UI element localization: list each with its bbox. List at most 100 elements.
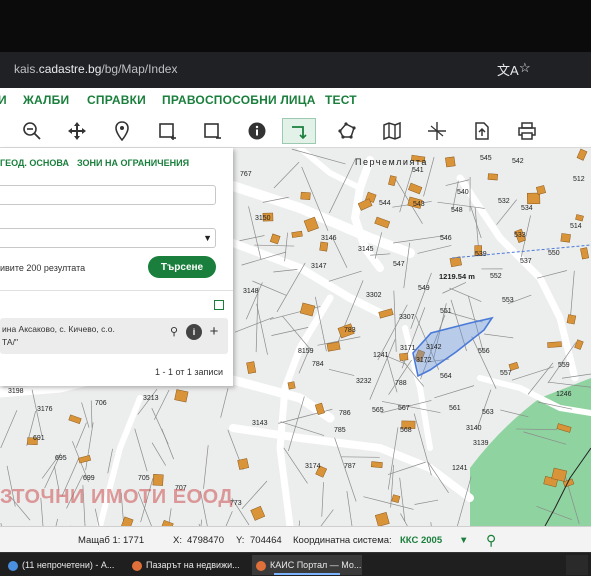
building	[237, 458, 250, 470]
select-rectangle-icon[interactable]	[153, 118, 181, 144]
parcel-number-label: 3172	[416, 357, 432, 364]
divider	[0, 290, 233, 291]
map-toolbar	[0, 114, 591, 148]
building	[399, 352, 409, 361]
menu-item-test[interactable]: ТЕСТ	[325, 93, 357, 107]
coord-system-label: Координатна система:	[293, 535, 392, 546]
building	[388, 175, 397, 187]
add-icon[interactable]: +	[206, 324, 222, 340]
parcel-number-label: 785	[334, 427, 346, 434]
parcel-number-label: 1246	[556, 391, 572, 398]
parcel-number-label: 691	[33, 435, 45, 442]
scale-value[interactable]: 1771	[123, 535, 144, 546]
chevron-down-icon[interactable]: ▼	[203, 233, 212, 243]
location-pin-icon[interactable]	[108, 118, 136, 144]
building	[370, 461, 383, 469]
search-button[interactable]: Търсене	[148, 256, 216, 278]
url-text[interactable]: kais.cadastre.bg/bg/Map/Index	[14, 62, 177, 76]
taskbar-item-kais[interactable]: КАИС Портал — Мо...	[252, 555, 362, 575]
building	[580, 247, 590, 260]
result-text: ина Аксаково, с. Кичево, с.о. ТА/"	[2, 324, 115, 347]
parcel-number-label: 695	[55, 455, 67, 462]
parcel-number-label: 550	[548, 250, 560, 257]
parcel-number-label: 544	[379, 200, 391, 207]
building	[174, 389, 189, 403]
info-icon[interactable]	[243, 118, 271, 144]
search-input[interactable]	[0, 185, 216, 205]
menu-item-licensed-persons[interactable]: ПРАВОСПОСОБНИ ЛИЦА	[162, 93, 316, 107]
building	[319, 241, 329, 252]
building	[535, 185, 547, 195]
chevron-down-icon[interactable]: ▼	[459, 535, 468, 546]
parcel-number-label: 547	[393, 261, 405, 268]
building	[374, 216, 391, 229]
search-icon[interactable]: ⚲	[166, 324, 182, 340]
translate-icon[interactable]: 文A	[497, 60, 519, 79]
parcel-number-label: 8159	[298, 348, 314, 355]
building	[547, 341, 562, 348]
parcel-number-label: 786	[339, 410, 351, 417]
place-name-label: Перчемлията	[355, 157, 428, 167]
distance-label: 1219.54 m	[439, 272, 475, 281]
parcel-number-label: 3176	[37, 406, 53, 413]
building	[246, 361, 257, 374]
parcel-number-label: 534	[521, 205, 533, 212]
search-icon[interactable]: ⚲	[486, 532, 496, 549]
show-desktop-button[interactable]	[566, 555, 588, 575]
menu-item-complaints[interactable]: ЖАЛБИ	[23, 93, 69, 107]
watermark-text: ЗТОЧНИ ИМОТИ ЕООД	[0, 486, 234, 508]
measure-icon[interactable]	[282, 118, 316, 144]
parcel-number-label: 788	[395, 380, 407, 387]
expand-icon[interactable]	[214, 300, 224, 310]
parcel-number-label: 532	[498, 198, 510, 205]
parcel-number-label: 541	[412, 167, 424, 174]
result-item[interactable]: ина Аксаково, с. Кичево, с.о. ТА/" ⚲ i +	[0, 318, 228, 354]
browser-icon	[256, 560, 266, 571]
parcel-number-label: 533	[514, 232, 526, 239]
tab-geo-basis[interactable]: ГЕОД. ОСНОВА	[0, 158, 69, 168]
parcel-number-label: 567	[398, 405, 410, 412]
parcel-number-label: 512	[573, 176, 585, 183]
info-icon[interactable]: i	[186, 324, 202, 340]
coord-system-select[interactable]: ККС 2005	[400, 535, 442, 546]
print-icon[interactable]	[513, 118, 541, 144]
search-panel: ГЕОД. ОСНОВА ЗОНИ НА ОГРАНИЧЕНИЯ ▼ ивите…	[0, 148, 233, 386]
menu-item-references[interactable]: СПРАВКИ	[87, 93, 146, 107]
parcel-number-label: 3213	[143, 395, 159, 402]
parcel-number-label: 542	[512, 158, 524, 165]
building	[487, 173, 498, 181]
building	[445, 156, 456, 168]
parcel-number-label: 787	[344, 463, 356, 470]
address-bar[interactable]: kais.cadastre.bg/bg/Map/Index 文A ☆	[0, 52, 591, 88]
map-status-bar: Мащаб 1: 1771 X: 4798470 Y: 704464 Коорд…	[0, 526, 591, 552]
search-select[interactable]: ▼	[0, 228, 216, 248]
parcel-number-label: 552	[490, 273, 502, 280]
select-area-icon[interactable]	[198, 118, 226, 144]
polygon-icon[interactable]	[333, 118, 361, 144]
tab-restriction-zones[interactable]: ЗОНИ НА ОГРАНИЧЕНИЯ	[77, 158, 189, 168]
parcel-number-label: 3148	[243, 288, 259, 295]
selected-parcel[interactable]	[412, 316, 494, 378]
zoom-out-icon[interactable]	[18, 118, 46, 144]
taskbar-item-mail[interactable]: (11 непрочетени) - А...	[4, 555, 120, 575]
building	[408, 182, 423, 195]
parcel-number-label: 556	[478, 348, 490, 355]
coordinates-icon[interactable]	[423, 118, 451, 144]
building	[152, 474, 164, 486]
parcel-number-label: 1241	[373, 352, 389, 359]
parcel-number-label: 706	[95, 400, 107, 407]
taskbar-item-market[interactable]: Пазарът на недвижи...	[128, 555, 250, 575]
parcel-number-label: 565	[372, 407, 384, 414]
export-icon[interactable]	[468, 118, 496, 144]
star-icon[interactable]: ☆	[519, 60, 531, 76]
menu-item-partial[interactable]: И	[0, 93, 7, 107]
parcel-number-label: 564	[440, 373, 452, 380]
parcel-number-label: 568	[400, 427, 412, 434]
parcel-label-3171: 3171	[400, 345, 416, 352]
map-book-icon[interactable]	[378, 118, 406, 144]
pan-icon[interactable]	[63, 118, 91, 144]
parcel-number-label: 539	[475, 251, 487, 258]
parcel-number-label: 3146	[321, 235, 337, 242]
parcel-number-label: 551	[440, 308, 452, 315]
parcel-number-label: 705	[138, 475, 150, 482]
